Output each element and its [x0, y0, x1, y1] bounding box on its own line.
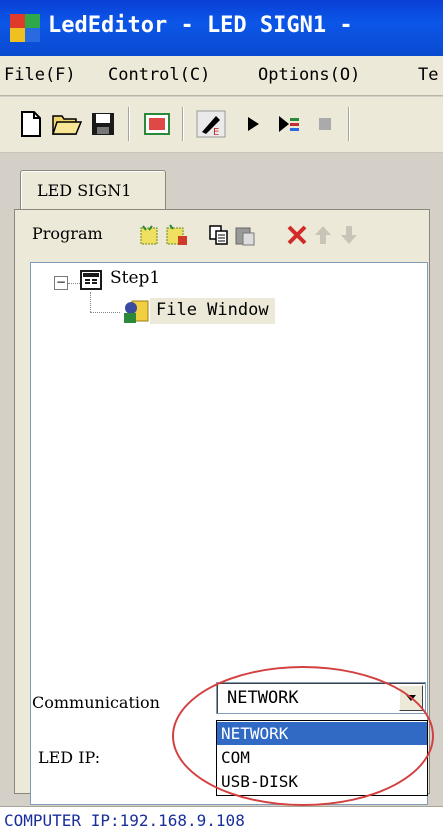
menu-file[interactable]: File(F)	[4, 65, 76, 85]
led-editor-app-icon[interactable]	[10, 14, 40, 42]
tree-item-step1[interactable]: Step1	[110, 268, 160, 288]
tab-led-sign1[interactable]: LED SIGN1	[20, 170, 166, 210]
move-up-icon[interactable]	[310, 222, 336, 248]
step-icon	[80, 270, 102, 290]
menu-tools[interactable]: Te	[418, 65, 438, 85]
edit-pen-icon[interactable]: E	[194, 107, 228, 141]
new-file-window-icon[interactable]	[164, 222, 190, 248]
save-disk-icon[interactable]	[86, 107, 120, 141]
menu-options[interactable]: Options(O)	[258, 65, 360, 85]
communication-dropdown-list: NETWORK COM USB-DISK	[216, 720, 428, 796]
paste-icon[interactable]	[232, 222, 258, 248]
title-bar: LedEditor - LED SIGN1 -	[0, 0, 443, 56]
copy-icon[interactable]	[206, 222, 232, 248]
delete-icon[interactable]	[284, 222, 310, 248]
tree-item-file-window[interactable]: File Window	[150, 298, 275, 324]
open-folder-icon[interactable]	[50, 107, 84, 141]
collapse-icon[interactable]: −	[54, 276, 68, 290]
led-screen-icon[interactable]	[140, 107, 174, 141]
option-com[interactable]: COM	[217, 746, 427, 769]
status-bar: COMPUTER IP:192.168.9.108	[0, 806, 443, 836]
file-window-icon	[122, 298, 150, 324]
menu-control[interactable]: Control(C)	[108, 65, 210, 85]
computer-ip-status: COMPUTER IP:192.168.9.108	[4, 811, 245, 830]
step-play-icon[interactable]	[272, 107, 306, 141]
toolbar: E	[0, 97, 443, 153]
play-icon[interactable]	[236, 107, 270, 141]
svg-text:E: E	[213, 127, 219, 138]
new-document-icon[interactable]	[14, 107, 48, 141]
window-title: LedEditor - LED SIGN1 -	[48, 13, 353, 38]
new-program-icon[interactable]	[136, 222, 162, 248]
program-label: Program	[32, 224, 103, 243]
move-down-icon[interactable]	[336, 222, 362, 248]
stop-icon[interactable]	[308, 107, 342, 141]
menu-bar: File(F) Control(C) Options(O) Te	[0, 56, 443, 96]
led-ip-label: LED IP:	[38, 748, 101, 767]
option-network[interactable]: NETWORK	[217, 722, 427, 745]
chevron-down-icon[interactable]	[399, 685, 423, 711]
communication-label: Communication	[32, 693, 160, 712]
tab-label: LED SIGN1	[37, 181, 132, 200]
communication-select-value: NETWORK	[227, 688, 299, 708]
communication-select[interactable]: NETWORK	[216, 682, 426, 714]
option-usb-disk[interactable]: USB-DISK	[217, 770, 427, 793]
